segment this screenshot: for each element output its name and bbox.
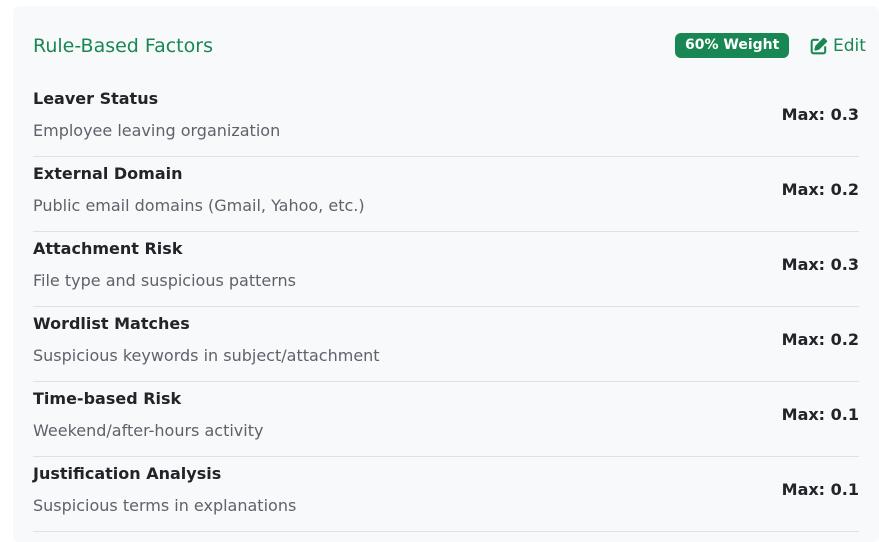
factor-description: File type and suspicious patterns: [33, 271, 297, 290]
factor-name: External Domain: [33, 164, 183, 183]
rule-based-factors-card: Rule-Based Factors 60% Weight Edit Leave…: [13, 6, 879, 542]
factor-description: Public email domains (Gmail, Yahoo, etc.…: [33, 196, 365, 215]
factor-max: Max: 0.3: [781, 105, 859, 124]
factor-name: Justification Analysis: [33, 464, 222, 483]
factor-name: Time-based Risk: [33, 389, 182, 408]
factor-row-external-domain: External Domain Public email domains (Gm…: [33, 157, 859, 232]
weight-badge: 60% Weight: [675, 33, 790, 58]
factor-max: Max: 0.1: [781, 405, 859, 424]
card-title: Rule-Based Factors: [33, 35, 213, 57]
factor-row-leaver-status: Leaver Status Employee leaving organizat…: [33, 82, 859, 157]
factor-name: Attachment Risk: [33, 239, 183, 258]
factor-description: Weekend/after-hours activity: [33, 421, 264, 440]
factor-name: Wordlist Matches: [33, 314, 190, 333]
factor-description: Employee leaving organization: [33, 121, 281, 140]
edit-label: Edit: [833, 36, 866, 56]
factor-row-attachment-risk: Attachment Risk File type and suspicious…: [33, 232, 859, 307]
factor-row-wordlist-matches: Wordlist Matches Suspicious keywords in …: [33, 307, 859, 382]
factor-description: Suspicious keywords in subject/attachmen…: [33, 346, 380, 365]
factor-list: Leaver Status Employee leaving organizat…: [33, 82, 859, 532]
factor-max: Max: 0.2: [781, 180, 859, 199]
card-header: Rule-Based Factors 60% Weight Edit: [33, 33, 866, 59]
factor-name: Leaver Status: [33, 89, 159, 108]
factor-row-justification-analysis: Justification Analysis Suspicious terms …: [33, 457, 859, 532]
factor-row-time-based-risk: Time-based Risk Weekend/after-hours acti…: [33, 382, 859, 457]
factor-max: Max: 0.3: [781, 255, 859, 274]
factor-max: Max: 0.2: [781, 330, 859, 349]
factor-max: Max: 0.1: [781, 480, 859, 499]
pencil-square-icon: [810, 37, 828, 55]
edit-button[interactable]: Edit: [810, 33, 866, 59]
factor-description: Suspicious terms in explanations: [33, 496, 297, 515]
